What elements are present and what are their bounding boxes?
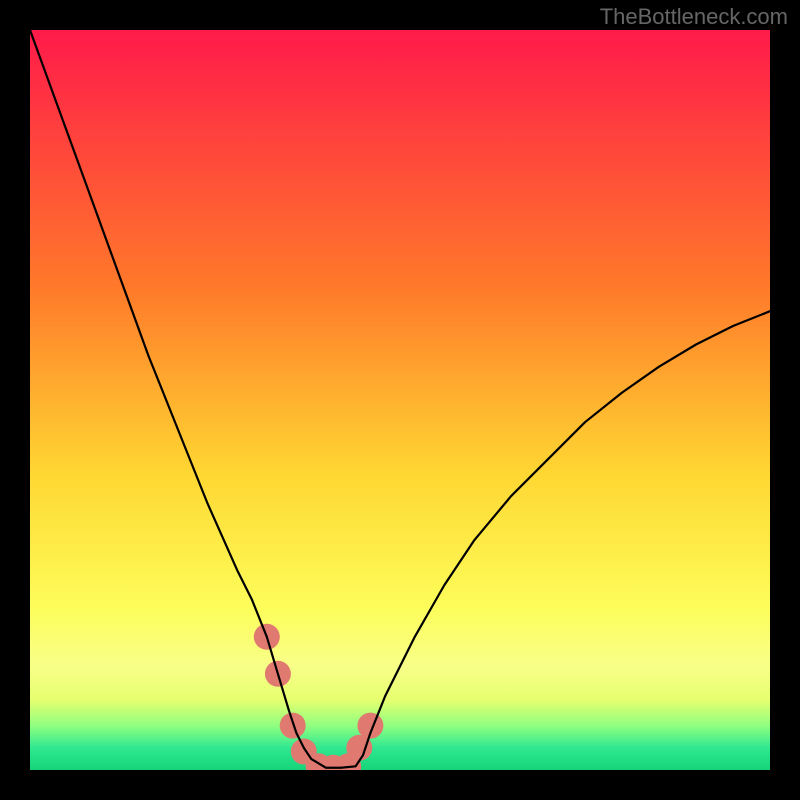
highlight-dot [280, 713, 306, 739]
chart-svg [30, 30, 770, 770]
watermark-text: TheBottleneck.com [600, 4, 788, 30]
gradient-background [30, 30, 770, 770]
plot-area [30, 30, 770, 770]
chart-container: TheBottleneck.com [0, 0, 800, 800]
